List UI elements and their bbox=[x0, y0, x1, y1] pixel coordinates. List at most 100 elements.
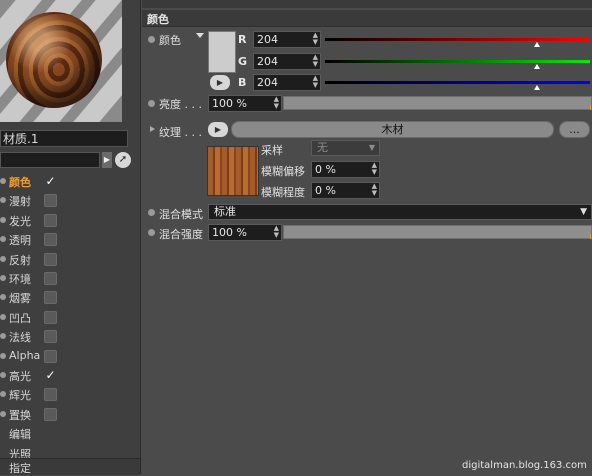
channel-checkbox[interactable] bbox=[44, 233, 57, 246]
channel-checkbox[interactable] bbox=[44, 272, 57, 285]
channel-dot-icon bbox=[0, 256, 6, 262]
channel-dot-icon bbox=[0, 236, 6, 242]
r-slider-track[interactable] bbox=[325, 38, 590, 41]
channel-label: 法线 bbox=[9, 331, 31, 344]
g-slider-track[interactable] bbox=[325, 60, 590, 63]
channel-dot-icon bbox=[0, 333, 6, 339]
animate-dot-icon[interactable] bbox=[148, 36, 155, 43]
channel-dot-icon bbox=[0, 391, 6, 397]
b-slider-handle[interactable] bbox=[534, 85, 540, 90]
channel-dot-icon bbox=[0, 411, 6, 417]
watermark-text: digitalman.blog.163.com bbox=[462, 460, 587, 471]
channel-item[interactable]: 置换 bbox=[0, 405, 140, 424]
sampling-value: 无 bbox=[317, 141, 328, 154]
channel-item[interactable]: 反射 bbox=[0, 250, 140, 269]
chevron-down-icon: ▼ bbox=[368, 143, 375, 152]
animate-dot-icon[interactable] bbox=[148, 229, 155, 236]
spinner-icon[interactable]: ▲ ▼ bbox=[313, 75, 318, 89]
channel-label: 颜色 bbox=[9, 176, 31, 189]
cursor-picker-icon[interactable]: ➚ bbox=[115, 152, 131, 168]
channel-item[interactable]: 发光 bbox=[0, 211, 140, 230]
channel-item[interactable]: 高光 ✓ bbox=[0, 366, 140, 385]
top-strip bbox=[142, 0, 592, 8]
channel-label: 编辑 bbox=[9, 428, 31, 441]
chevron-down-icon: ▼ bbox=[580, 207, 587, 217]
channel-checkbox[interactable]: ✓ bbox=[44, 175, 57, 188]
material-name-field[interactable]: 材质.1 bbox=[0, 130, 128, 147]
channel-checkbox[interactable] bbox=[44, 253, 57, 266]
material-filter-input[interactable] bbox=[0, 152, 100, 168]
color-swatch[interactable] bbox=[208, 31, 236, 73]
channel-checkbox[interactable] bbox=[44, 291, 57, 304]
arrow-right-icon[interactable]: ▶ bbox=[102, 152, 112, 168]
sampling-dropdown[interactable]: 无 ▼ bbox=[311, 140, 380, 156]
wood-texture-thumbnail[interactable] bbox=[207, 146, 259, 196]
channel-item[interactable]: 辉光 bbox=[0, 385, 140, 404]
spinner-icon[interactable]: ▲ ▼ bbox=[313, 32, 318, 46]
channel-item[interactable]: 烟雾 bbox=[0, 288, 140, 307]
channel-checkbox[interactable] bbox=[44, 330, 57, 343]
b-value-field[interactable]: 204 ▲ ▼ bbox=[253, 74, 321, 91]
blur-scale-label: 模糊程度 bbox=[261, 186, 305, 199]
material-preview[interactable] bbox=[0, 0, 122, 122]
caret-down-icon[interactable] bbox=[196, 33, 204, 38]
channel-item[interactable]: 透明 bbox=[0, 230, 140, 249]
channel-checkbox[interactable] bbox=[44, 194, 57, 207]
channel-checkbox[interactable]: ✓ bbox=[44, 369, 57, 382]
spinner-icon[interactable]: ▲ ▼ bbox=[274, 225, 279, 239]
channel-item[interactable]: 漫射 bbox=[0, 191, 140, 210]
channel-dot-icon bbox=[0, 275, 6, 281]
play-arrow-icon[interactable]: ▶ bbox=[210, 75, 230, 90]
channel-dot-icon bbox=[0, 353, 6, 359]
channel-item[interactable]: Alpha bbox=[0, 347, 140, 366]
texture-menu-icon[interactable]: ▶ bbox=[208, 122, 228, 137]
wood-sphere-preview bbox=[6, 12, 102, 108]
channel-checkbox[interactable] bbox=[44, 388, 57, 401]
blur-offset-field[interactable]: 0 % ▲ ▼ bbox=[311, 161, 380, 178]
spinner-icon[interactable]: ▲ ▼ bbox=[372, 183, 377, 197]
assign-tab[interactable]: 指定 bbox=[0, 458, 140, 475]
channel-label: 发光 bbox=[9, 215, 31, 228]
spinner-icon[interactable]: ▲ ▼ bbox=[313, 54, 318, 68]
brightness-slider[interactable] bbox=[283, 96, 592, 110]
channel-label: 烟雾 bbox=[9, 292, 31, 305]
material-list-panel: 材质.1 ▶ ➚ 颜色 ✓ 漫射发光透明反射环境烟雾凹凸法线 Alpha 高光 ✓ 辉光 置换… bbox=[0, 0, 141, 475]
blend-strength-slider[interactable] bbox=[283, 225, 592, 239]
texture-more-button[interactable]: ... bbox=[559, 121, 590, 138]
channel-item[interactable]: 环境 bbox=[0, 269, 140, 288]
channel-label: 环境 bbox=[9, 273, 31, 286]
animate-dot-icon[interactable] bbox=[148, 100, 155, 107]
g-slider-handle[interactable] bbox=[534, 64, 540, 69]
blend-mode-dropdown[interactable]: 标准 ▼ bbox=[208, 204, 592, 220]
expand-arrow-icon[interactable] bbox=[150, 126, 155, 132]
brightness-field[interactable]: 100 % ▲ ▼ bbox=[208, 95, 282, 112]
channel-item[interactable]: 凹凸 bbox=[0, 308, 140, 327]
channel-label: Alpha bbox=[9, 349, 41, 362]
spinner-icon[interactable]: ▲ ▼ bbox=[372, 162, 377, 176]
blend-strength-field[interactable]: 100 % ▲ ▼ bbox=[208, 224, 282, 241]
brightness-label: 亮度 . . . bbox=[159, 98, 202, 111]
channel-checkbox[interactable] bbox=[44, 408, 57, 421]
texture-shader-button[interactable]: 木材 bbox=[231, 121, 554, 138]
color-label: 颜色 bbox=[159, 34, 181, 47]
channel-checkbox[interactable] bbox=[44, 311, 57, 324]
channel-item[interactable]: 法线 bbox=[0, 327, 140, 346]
brightness-value: 100 % bbox=[212, 97, 247, 110]
animate-dot-icon[interactable] bbox=[148, 209, 155, 216]
blur-scale-field[interactable]: 0 % ▲ ▼ bbox=[311, 182, 380, 199]
spinner-icon[interactable]: ▲ ▼ bbox=[274, 96, 279, 110]
b-value: 204 bbox=[257, 76, 278, 89]
r-slider-handle[interactable] bbox=[534, 42, 540, 47]
channel-checkbox[interactable] bbox=[44, 350, 57, 363]
g-value-field[interactable]: 204 ▲ ▼ bbox=[253, 53, 321, 70]
channel-label: 反射 bbox=[9, 254, 31, 267]
channel-checkbox[interactable] bbox=[44, 214, 57, 227]
r-value-field[interactable]: 204 ▲ ▼ bbox=[253, 31, 321, 48]
section-header: 颜色 bbox=[142, 10, 592, 27]
texture-label: 纹理 . . . bbox=[159, 126, 202, 139]
b-slider-track[interactable] bbox=[325, 81, 590, 84]
blend-strength-label: 混合强度 bbox=[159, 228, 203, 241]
channel-item[interactable]: 编辑 bbox=[0, 424, 140, 443]
blur-offset-value: 0 % bbox=[315, 163, 336, 176]
channel-item[interactable]: 颜色 ✓ bbox=[0, 172, 140, 191]
